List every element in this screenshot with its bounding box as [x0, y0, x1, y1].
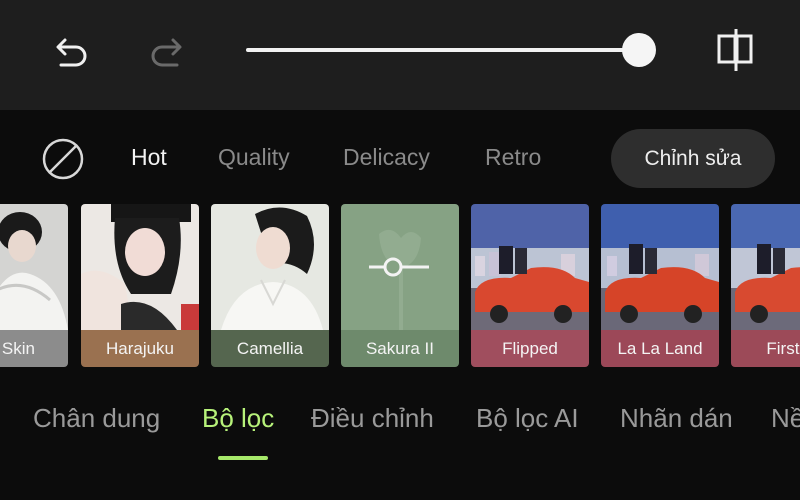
slider-track	[246, 48, 640, 52]
compare-icon	[717, 29, 753, 71]
tab-filters[interactable]: Bộ lọc	[202, 403, 274, 434]
filter-category-bar: Hot Quality Delicacy Retro Chỉnh sửa	[0, 120, 800, 196]
filter-tile-flipped[interactable]: Flipped	[471, 204, 589, 367]
tab-adjust[interactable]: Điều chỉnh	[311, 403, 434, 434]
filter-thumbnail	[211, 204, 329, 330]
filter-label: Camellia	[211, 330, 329, 367]
category-retro[interactable]: Retro	[485, 144, 541, 171]
no-filter-icon	[42, 138, 84, 180]
filter-tile-la-la-land[interactable]: La La Land	[601, 204, 719, 367]
tab-portrait[interactable]: Chân dung	[33, 403, 160, 434]
filter-label: La La Land	[601, 330, 719, 367]
filter-label: nt Skin	[0, 330, 68, 367]
tab-more[interactable]: Nề	[771, 403, 800, 434]
filter-tile-skin[interactable]: nt Skin	[0, 204, 68, 367]
filter-tile-first-love[interactable]: First L	[731, 204, 800, 367]
undo-icon	[56, 38, 87, 67]
undo-button[interactable]	[48, 28, 96, 72]
filter-tile-camellia[interactable]: Camellia	[211, 204, 329, 367]
tab-ai-filters[interactable]: Bộ lọc AI	[476, 403, 579, 434]
filter-label: Harajuku	[81, 330, 199, 367]
filter-thumbnail	[341, 204, 459, 330]
filter-thumbnail	[0, 204, 68, 330]
filter-thumbnail	[601, 204, 719, 330]
active-tab-indicator	[218, 456, 268, 460]
filter-tile-sakura-ii[interactable]: Sakura II	[341, 204, 459, 367]
category-delicacy[interactable]: Delicacy	[343, 144, 430, 171]
filter-label: Sakura II	[341, 330, 459, 367]
filter-label: First L	[731, 330, 800, 367]
filter-thumbnail	[81, 204, 199, 330]
bottom-tab-bar: Chân dung Bộ lọc Điều chỉnh Bộ lọc AI Nh…	[0, 395, 800, 465]
slider-knob[interactable]	[622, 33, 656, 67]
top-toolbar	[0, 0, 800, 110]
category-hot[interactable]: Hot	[131, 144, 167, 171]
tab-stickers[interactable]: Nhãn dán	[620, 403, 733, 434]
intensity-slider[interactable]	[246, 30, 658, 70]
filter-thumbnail	[731, 204, 800, 330]
filter-strip: nt Skin Harajuku Camellia	[0, 204, 800, 367]
filter-label: Flipped	[471, 330, 589, 367]
edit-button[interactable]: Chỉnh sửa	[611, 129, 775, 188]
redo-icon	[151, 38, 182, 67]
redo-button[interactable]	[142, 28, 190, 72]
compare-button[interactable]	[708, 22, 764, 78]
filter-thumbnail	[471, 204, 589, 330]
category-quality[interactable]: Quality	[218, 144, 290, 171]
filter-tile-harajuku[interactable]: Harajuku	[81, 204, 199, 367]
no-filter-button[interactable]	[40, 136, 86, 182]
